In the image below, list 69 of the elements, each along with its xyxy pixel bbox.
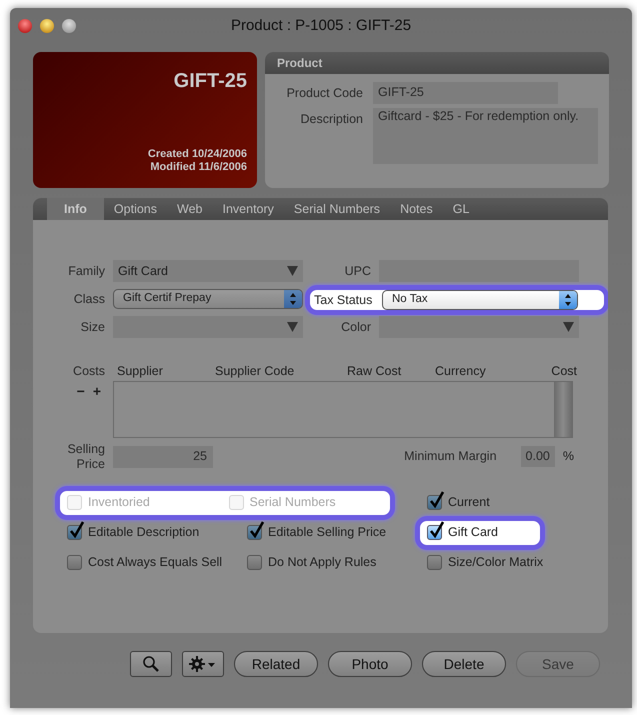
remove-button[interactable]: − xyxy=(76,380,85,402)
dropdown-arrow-icon[interactable] xyxy=(287,266,298,276)
field-label: Color xyxy=(340,318,371,336)
checkbox[interactable] xyxy=(67,555,82,570)
add-button[interactable]: + xyxy=(92,380,101,402)
checkbox-label: Size/Color Matrix xyxy=(448,554,544,572)
column-header: Currency xyxy=(435,363,487,380)
product-code-title: GIFT-25 xyxy=(174,69,247,94)
combo-field[interactable] xyxy=(113,316,303,338)
stepper-icon[interactable] xyxy=(559,291,577,309)
checkbox[interactable] xyxy=(427,555,442,570)
minimize-button[interactable] xyxy=(40,19,54,33)
field-label: Family xyxy=(67,262,105,280)
tab[interactable]: Inventory xyxy=(212,198,284,220)
column-header: Supplier Code xyxy=(215,363,296,380)
search-icon xyxy=(142,655,160,673)
scrollbar[interactable] xyxy=(554,382,572,437)
minimum-margin-label: Minimum Margin xyxy=(404,448,497,466)
checkbox-label: Inventoried xyxy=(88,494,150,512)
tab[interactable]: Serial Numbers xyxy=(284,198,390,220)
popup-button[interactable]: Gift Certif Prepay xyxy=(113,289,303,309)
text-field[interactable] xyxy=(379,260,579,282)
push-button[interactable]: Related xyxy=(234,651,318,677)
close-button[interactable] xyxy=(18,19,32,33)
checkbox-label: Gift Card xyxy=(448,524,498,542)
created-date: Created 10/24/2006 xyxy=(148,148,247,161)
column-header: Raw Cost xyxy=(347,363,402,380)
tab[interactable]: GL xyxy=(442,198,480,220)
tab[interactable]: Web xyxy=(167,198,212,220)
panel-title: Product xyxy=(277,56,322,70)
costs-label: Costs xyxy=(73,363,105,380)
push-button[interactable]: Photo xyxy=(328,651,412,677)
modified-date: Modified 11/6/2006 xyxy=(150,160,247,174)
minimum-margin-field[interactable]: 0.00 xyxy=(520,446,555,468)
combo-field[interactable] xyxy=(379,316,579,338)
field-label: Product Code xyxy=(286,85,363,102)
column-header: Cost xyxy=(550,363,577,380)
tab[interactable]: Info xyxy=(47,198,104,220)
checkbox-label: Editable Description xyxy=(88,524,200,542)
field-label: Tax Status xyxy=(314,292,374,309)
checkbox-label: Serial Numbers xyxy=(250,494,336,512)
popup-button[interactable]: No Tax xyxy=(382,290,578,310)
field-label: UPC xyxy=(344,262,371,280)
tab[interactable]: Options xyxy=(104,198,168,220)
checkbox-label: Cost Always Equals Sell xyxy=(88,554,222,572)
dropdown-arrow-icon[interactable] xyxy=(563,322,574,332)
description-field[interactable]: Giftcard - $25 - For redemption only. xyxy=(373,108,598,164)
field-label: Description xyxy=(299,111,363,128)
column-header: Supplier xyxy=(117,363,164,380)
zoom-button[interactable] xyxy=(62,19,76,33)
selling-price-label: Selling Price xyxy=(66,442,105,472)
checkbox-label: Current xyxy=(448,494,490,512)
percent-label: % xyxy=(562,448,574,466)
checkbox-label: Editable Selling Price xyxy=(268,524,386,542)
stepper-icon[interactable] xyxy=(284,290,302,308)
push-button[interactable]: Delete xyxy=(422,651,506,677)
combo-field[interactable]: Gift Card xyxy=(113,260,303,282)
field-label: Size xyxy=(80,318,105,336)
tab[interactable]: Notes xyxy=(390,198,443,220)
selling-price-field[interactable]: 25 xyxy=(113,446,213,468)
field-label: Class xyxy=(72,290,105,308)
gear-menu-button[interactable] xyxy=(182,651,224,677)
search-button[interactable] xyxy=(130,651,172,677)
window-title: Product : P-1005 : GIFT-25 xyxy=(230,16,412,36)
text-field[interactable]: GIFT-25 xyxy=(373,82,558,104)
gear-icon xyxy=(189,656,217,672)
dropdown-arrow-icon[interactable] xyxy=(287,322,298,332)
checkbox-label: Do Not Apply Rules xyxy=(268,554,376,572)
checkbox[interactable] xyxy=(247,555,262,570)
